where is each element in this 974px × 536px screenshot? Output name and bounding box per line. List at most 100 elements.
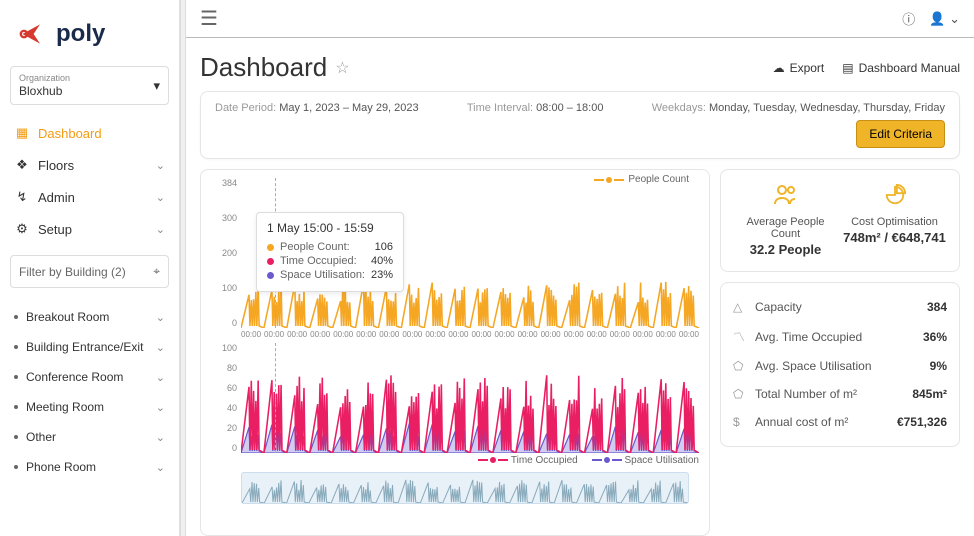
kpi-avg-value: 32.2 People [731, 242, 840, 257]
filter-item-conference[interactable]: Conference Room ⌄ [0, 362, 179, 392]
trend-icon: 〽 [733, 328, 747, 345]
date-label: Date Period: [215, 102, 276, 114]
sidebar-item-setup[interactable]: ⚙Setup ⌄ [0, 213, 179, 245]
edit-criteria-button[interactable]: Edit Criteria [856, 120, 945, 148]
chevron-down-icon: ⌄ [156, 223, 165, 236]
chevron-down-icon: ⌄ [156, 431, 165, 444]
stat-space-label: Avg. Space Utilisation [755, 359, 872, 373]
chevron-down-icon: ⌄ [156, 159, 165, 172]
chevron-down-icon: ⌄ [156, 401, 165, 414]
admin-icon: ↯ [14, 189, 30, 205]
chart-tooltip: 1 May 15:00 - 15:59 People Count: 106 Tim… [256, 212, 404, 292]
y-axis-2: 100806040200 [213, 343, 237, 453]
cube-icon: ⬠ [733, 359, 747, 373]
chevron-down-icon: ⌄ [156, 311, 165, 324]
chevron-down-icon: ▾ [153, 78, 160, 94]
export-button[interactable]: ☁Export [773, 61, 825, 75]
manual-label: Dashboard Manual [859, 61, 960, 75]
filter-item-other[interactable]: Other ⌄ [0, 422, 179, 452]
chevron-down-icon: ⌄ [156, 191, 165, 204]
legend-space-label: Space Utilisation [625, 455, 699, 466]
brand-logo: poly [0, 10, 179, 66]
filter-label-meeting: Meeting Room [26, 400, 104, 414]
sidebar-item-admin[interactable]: ↯Admin ⌄ [0, 181, 179, 213]
cube-icon: ⬠ [733, 387, 747, 401]
page-title: Dashboard ☆ [200, 52, 350, 83]
filter-item-entrance[interactable]: Building Entrance/Exit ⌄ [0, 332, 179, 362]
legend-time-label: Time Occupied [511, 455, 578, 466]
sidebar-item-floors[interactable]: ❖ Floors ⌄ [0, 149, 179, 181]
filter-item-breakout[interactable]: Breakout Room ⌄ [0, 302, 179, 332]
filter-item-phone[interactable]: Phone Room⌄ [0, 452, 179, 482]
overview-spark [242, 473, 688, 503]
sidebar-label-floors: Floors [38, 158, 74, 173]
filter-building[interactable]: Filter by Building (2) ⌖ [10, 255, 169, 288]
sidebar-label-dashboard: Dashboard [38, 126, 102, 141]
tt-people-label: People Count: [280, 241, 350, 253]
tt-space-value: 23% [371, 269, 393, 281]
dashboard-icon: ▦ [14, 125, 30, 141]
tt-time-value: 40% [371, 255, 393, 267]
document-icon: ▤ [842, 61, 853, 75]
kpi-cost-opt: Cost Optimisation 748m² / €648,741 [840, 184, 949, 257]
stat-annual-value: €751,326 [897, 415, 947, 429]
org-value: Bloxhub [19, 84, 62, 98]
occupancy-spark [241, 343, 699, 453]
chart-overview-scrubber[interactable] [241, 472, 689, 504]
tt-space-label: Space Utilisation: [280, 269, 365, 281]
filter-label-other: Other [26, 430, 56, 444]
date-value: May 1, 2023 – May 29, 2023 [279, 102, 418, 114]
filter-label-conference: Conference Room [26, 370, 123, 384]
stat-capacity-value: 384 [927, 300, 947, 314]
tt-people-value: 106 [375, 241, 393, 253]
filter-label: Filter by Building (2) [19, 265, 126, 279]
setup-icon: ⚙ [14, 221, 30, 237]
chevron-down-icon: ⌄ [156, 461, 165, 474]
cursor-line [275, 343, 276, 453]
tooltip-title: 1 May 15:00 - 15:59 [267, 221, 393, 235]
kpi-avg-label: Average People Count [731, 216, 840, 240]
organization-select[interactable]: Organization Bloxhub ▾ [10, 66, 169, 105]
filter-label-entrance: Building Entrance/Exit [26, 340, 143, 354]
topbar: ☰ ⓘ 👤 ⌄ [186, 0, 974, 38]
time-value: 08:00 – 18:00 [536, 102, 603, 114]
stat-total-value: 845m² [912, 387, 947, 401]
stat-space-value: 9% [930, 359, 947, 373]
time-label: Time Interval: [467, 102, 533, 114]
chart-card: People Count 1 May 15:00 - 15:59 People … [200, 169, 710, 536]
sidebar-item-dashboard[interactable]: ▦ Dashboard [0, 117, 179, 149]
floors-icon: ❖ [14, 157, 30, 173]
week-value: Monday, Tuesday, Wednesday, Thursday, Fr… [709, 102, 945, 114]
stats-card: △ Capacity 384 〽Avg. Time Occupied36% ⬠ Avg… [720, 282, 960, 447]
favorite-star-icon[interactable]: ☆ [335, 58, 349, 78]
stat-capacity-label: Capacity [755, 300, 802, 314]
stat-time-value: 36% [923, 330, 947, 344]
chevron-down-icon: ⌄ [156, 371, 165, 384]
tt-time-label: Time Occupied: [280, 255, 357, 267]
legend-bottom: Time Occupied Space Utilisation [211, 455, 699, 466]
filter-item-meeting[interactable]: Meeting Room ⌄ [0, 392, 179, 422]
manual-button[interactable]: ▤ Dashboard Manual [842, 61, 960, 75]
poly-logo-icon [16, 18, 48, 50]
filter-label-breakout: Breakout Room [26, 310, 109, 324]
user-menu[interactable]: 👤 ⌄ [929, 11, 960, 27]
y-axis-1: 3843002001000 [213, 178, 237, 328]
hamburger-icon[interactable]: ☰ [200, 6, 218, 31]
help-icon[interactable]: ⓘ [902, 9, 915, 28]
kpi-cost-label: Cost Optimisation [840, 216, 949, 228]
stat-annual-label: Annual cost of m² [755, 415, 848, 429]
x-axis-1: 00:0000:0000:0000:0000:0000:0000:0000:00… [241, 330, 699, 339]
pin-icon: ⌖ [153, 264, 160, 279]
stat-total-label: Total Number of m² [755, 387, 857, 401]
page-title-text: Dashboard [200, 52, 327, 83]
org-label: Organization [19, 73, 70, 83]
stat-capacity: △ Capacity 384 [733, 293, 947, 321]
kpi-card: Average People Count 32.2 People Cost Op… [720, 169, 960, 272]
stat-space: ⬠ Avg. Space Utilisation 9% [733, 352, 947, 380]
chart-occupancy[interactable]: 100806040200 [241, 343, 699, 453]
stat-total: ⬠ Total Number of m² 845m² [733, 380, 947, 408]
chevron-down-icon: ⌄ [156, 341, 165, 354]
stat-time: 〽Avg. Time Occupied36% [733, 321, 947, 352]
warning-icon: △ [733, 300, 747, 314]
kpi-avg-people: Average People Count 32.2 People [731, 184, 840, 257]
